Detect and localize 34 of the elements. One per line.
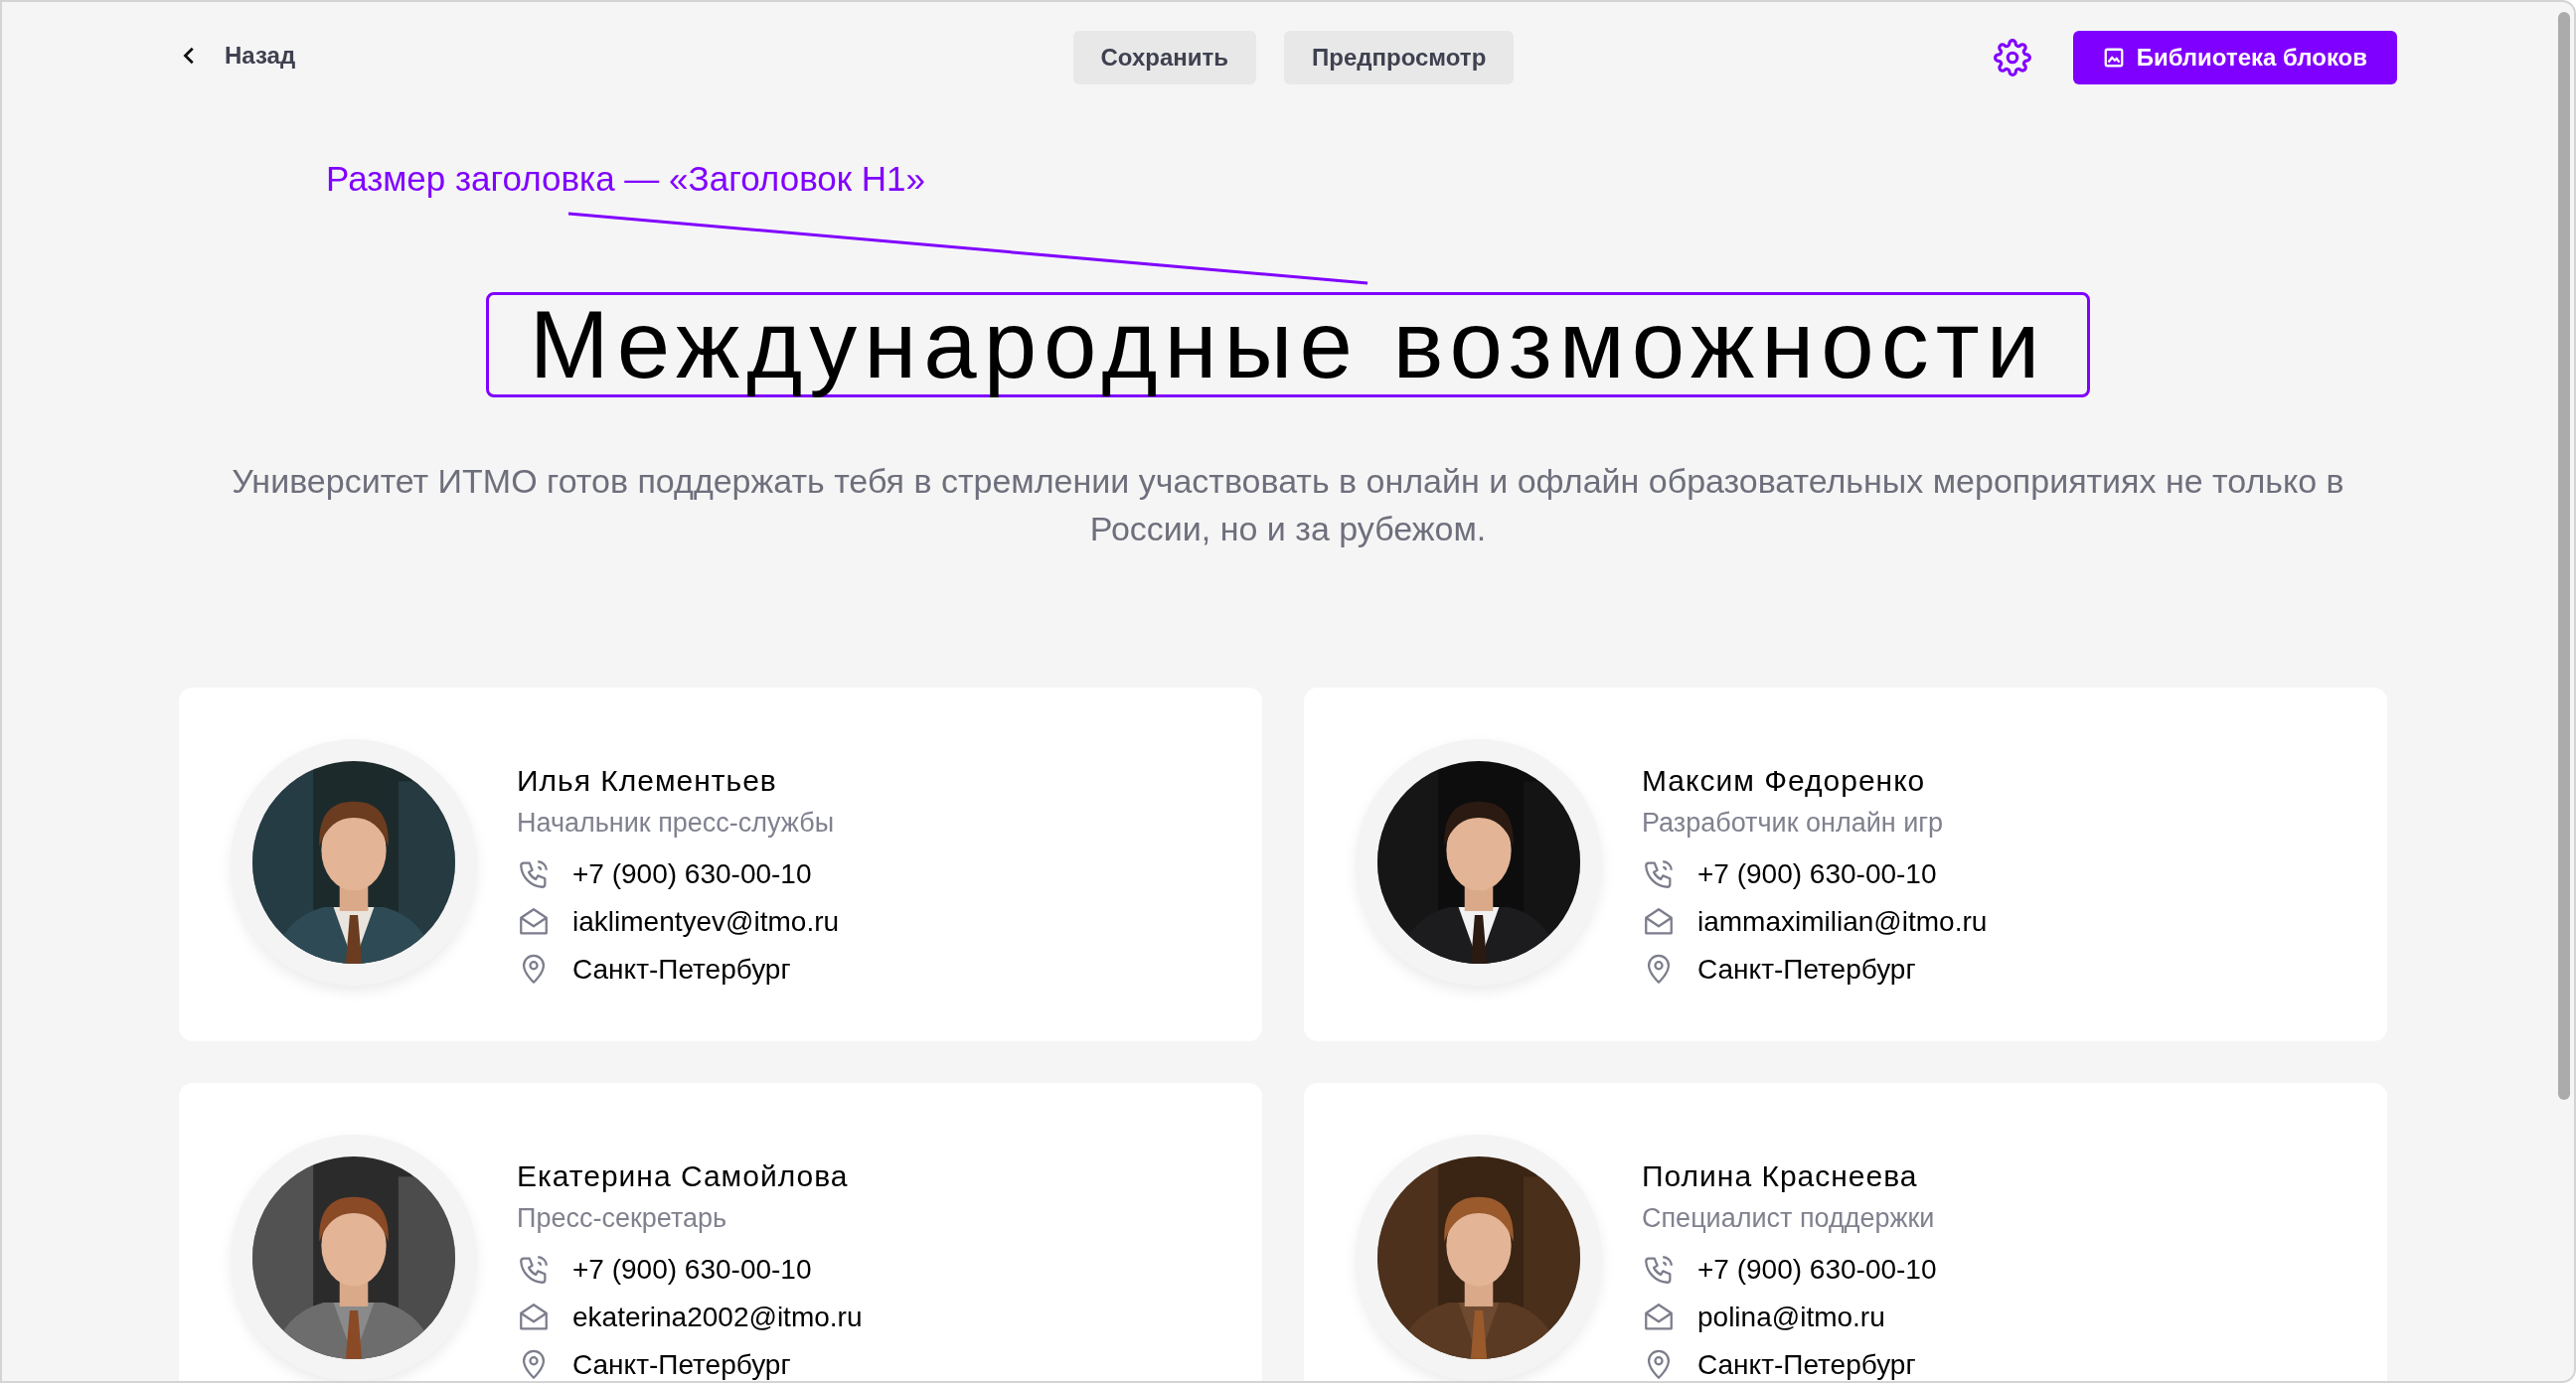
- city-text: Санкт-Петербург: [572, 953, 791, 987]
- city-text: Санкт-Петербург: [572, 1348, 791, 1381]
- settings-icon[interactable]: [1993, 39, 2031, 77]
- email-link[interactable]: iammaximilian@itmo.ru: [1697, 901, 1988, 943]
- contact-name: Илья Клементьев: [517, 763, 778, 799]
- phone-number[interactable]: +7 (900) 630-00-10: [1697, 1249, 1937, 1291]
- phone-number[interactable]: +7 (900) 630-00-10: [1697, 853, 1937, 895]
- city-text: Санкт-Петербург: [1697, 953, 1916, 987]
- subtitle-text: Университет ИТМО готов поддержать тебя в стремлении участвовать в онлайн и офлайн образовательных мероприятиях не только в России, но и за рубежом.: [231, 461, 2345, 549]
- block-library-button[interactable]: Библиотека блоков: [2072, 31, 2397, 84]
- contact-role: Пресс-секретарь: [517, 1202, 728, 1235]
- contact-role: Специалист поддержки: [1642, 1202, 1936, 1235]
- phone-icon: [517, 1253, 551, 1287]
- phone-number[interactable]: +7 (900) 630-00-10: [572, 1249, 812, 1291]
- email-link[interactable]: iaklimentyev@itmo.ru: [572, 901, 840, 943]
- contact-name: Полина Краснеева: [1642, 1158, 1919, 1194]
- phone-icon: [1642, 857, 1676, 891]
- toolbar-button[interactable]: Предпросмотр: [1284, 31, 1515, 84]
- image-icon: [2102, 47, 2125, 69]
- email-link[interactable]: ekaterina2002@itmo.ru: [572, 1297, 863, 1338]
- page-heading[interactable]: Международные возможности: [486, 292, 2090, 397]
- city-text: Санкт-Петербург: [1697, 1348, 1916, 1381]
- back-button[interactable]: Назад: [179, 38, 296, 74]
- phone-icon: [1642, 1253, 1676, 1287]
- contact-name: Максим Федоренко: [1642, 763, 1927, 799]
- email-link[interactable]: polina@itmo.ru: [1697, 1297, 1885, 1338]
- phone-number[interactable]: +7 (900) 630-00-10: [572, 853, 812, 895]
- scrollbar[interactable]: [2558, 12, 2570, 1100]
- phone-icon: [517, 857, 551, 891]
- contact-role: Начальник пресс-службы: [517, 807, 836, 840]
- contact-role: Разработчик онлайн игр: [1642, 807, 1945, 840]
- annotation-label: Размер заголовка — «Заголовок H1»: [326, 158, 926, 200]
- contact-name: Екатерина Самойлова: [517, 1158, 850, 1194]
- toolbar-button[interactable]: Сохранить: [1072, 31, 1257, 84]
